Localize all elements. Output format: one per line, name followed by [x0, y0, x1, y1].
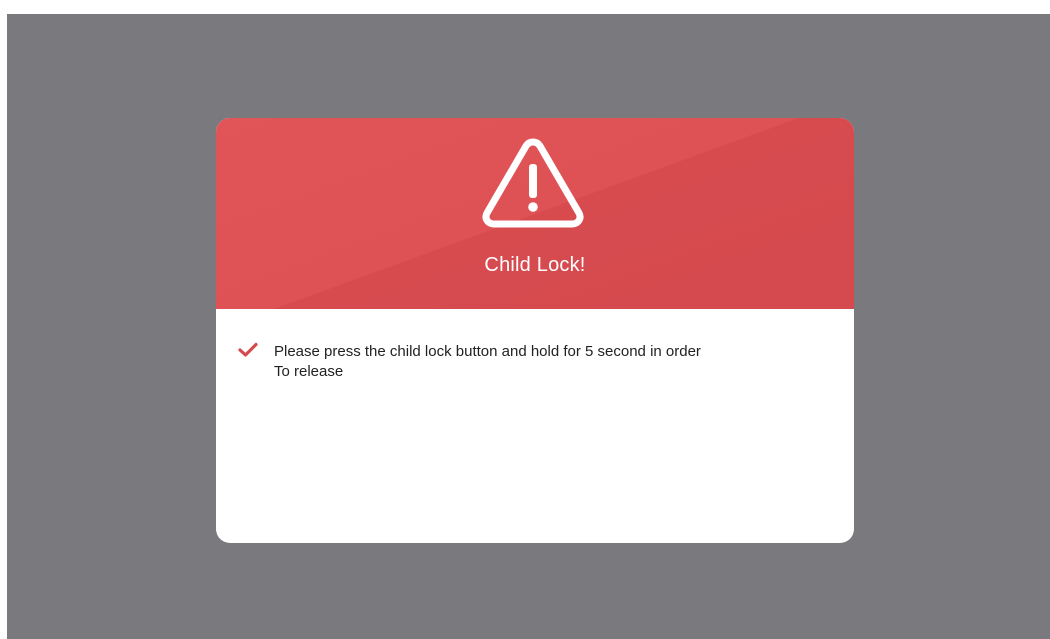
- message-item: Please press the child lock button and h…: [238, 342, 854, 382]
- message-text: Please press the child lock button and h…: [274, 342, 701, 382]
- screen-backdrop: Child Lock! Please press the child lock …: [7, 14, 1050, 639]
- message-line-2: To release: [274, 363, 344, 380]
- dialog-body: Please press the child lock button and h…: [216, 309, 854, 382]
- dialog-title: Child Lock!: [484, 254, 586, 276]
- check-icon: [238, 342, 258, 357]
- message-line-1: Please press the child lock button and h…: [274, 343, 701, 360]
- dialog-header: Child Lock!: [216, 118, 854, 309]
- warning-triangle-icon: [482, 138, 584, 228]
- child-lock-dialog: Child Lock! Please press the child lock …: [216, 118, 854, 543]
